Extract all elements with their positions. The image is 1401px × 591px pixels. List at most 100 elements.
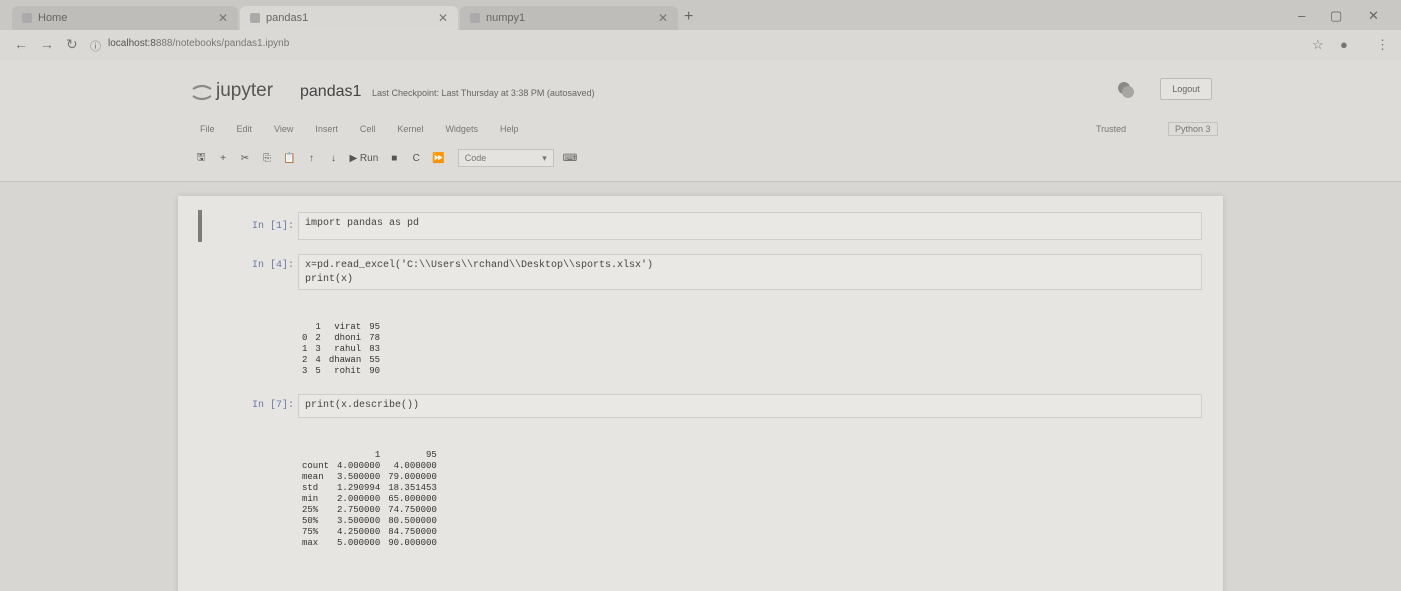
table-cell: std [302,483,319,493]
notebook-name[interactable]: pandas1 [300,83,361,101]
trusted-indicator[interactable]: Trusted [1096,124,1126,134]
move-up-icon[interactable]: ↑ [302,148,320,168]
table-row: min 2.000000 65.000000 [298,494,441,505]
table-cell: 90.000000 [388,538,437,548]
minimize-button[interactable]: – [1298,8,1305,23]
table-row: 0 2 dhoni 78 [298,333,384,344]
address-bar: ← → ↻ ⓘ localhost:8888/notebooks/pandas1… [0,30,1401,60]
info-icon[interactable]: ⓘ [90,38,101,54]
close-window-button[interactable]: ✕ [1368,8,1379,24]
reload-icon[interactable]: ↻ [66,36,78,53]
url-field[interactable]: localhost:8888/notebooks/pandas1.ipynb [108,38,289,49]
table-row: 1 3 rahul 83 [298,344,384,355]
browser-menu-icon[interactable]: ⋮ [1376,37,1389,53]
table-cell: 80.500000 [388,516,437,526]
output-table: 1 95 count 4.000000 4.000000 mean 3.5000… [298,450,441,549]
table-cell: 3.500000 [337,516,381,526]
header-cell: 1 [315,322,321,332]
table-cell: 75% [302,527,319,537]
checkpoint-status: Last Checkpoint: Last Thursday at 3:38 P… [372,88,595,98]
table-cell: 4.250000 [337,527,381,537]
table-cell: dhoni [334,333,362,343]
move-down-icon[interactable]: ↓ [324,148,342,168]
save-icon[interactable]: 🖫 [192,148,210,168]
tab-numpy1[interactable]: numpy1 ✕ [460,6,678,30]
table-row: mean 3.500000 79.000000 [298,472,441,483]
tab-label: pandas1 [266,12,309,24]
logout-button[interactable]: Logout [1160,78,1212,100]
maximize-button[interactable]: ▢ [1330,8,1342,24]
browser-tab-strip: Home ✕ pandas1 ✕ numpy1 ✕ + – ▢ ✕ [0,0,1401,30]
cell-type-value: Code [464,153,487,163]
table-cell: 5 [315,366,321,376]
table-row: std 1.290994 18.351453 [298,483,441,494]
table-cell: 0 [302,333,308,343]
output-table: 1 virat 95 0 2 dhoni 78 1 3 rahul 83 2 4… [298,322,384,377]
menu-widgets[interactable]: Widgets [445,124,478,134]
kernel-indicator[interactable]: Python 3 [1168,122,1218,136]
close-tab-icon[interactable]: ✕ [438,11,448,25]
table-cell: mean [302,472,324,482]
code-cell[interactable]: In [7]: print(x.describe()) 1 95 count 4… [198,394,1202,590]
profile-icon[interactable]: ● [1340,37,1348,52]
menu-cell[interactable]: Cell [360,124,376,134]
forward-arrow-icon[interactable]: → [40,36,54,52]
cell-input[interactable]: print(x.describe()) [298,394,1202,418]
copy-icon[interactable]: ⎘ [258,148,276,168]
cell-input[interactable]: import pandas as pd [298,212,1202,240]
cell-output: 1 virat 95 0 2 dhoni 78 1 3 rahul 83 2 4… [298,300,384,399]
cell-output: 1 95 count 4.000000 4.000000 mean 3.5000… [298,428,441,571]
keyboard-icon[interactable]: ⌨ [560,148,580,168]
insert-cell-icon[interactable]: + [214,148,232,168]
menu-file[interactable]: File [200,124,215,134]
table-cell: count [302,461,330,471]
code-cell[interactable]: In [4]: x=pd.read_excel('C:\\Users\\rcha… [198,254,1202,382]
url-host: localhost:8 [108,38,156,49]
back-arrow-icon[interactable]: ← [14,36,28,52]
restart-icon[interactable]: C [407,148,425,168]
menu-help[interactable]: Help [500,124,519,134]
table-cell: rohit [334,366,362,376]
cell-input[interactable]: x=pd.read_excel('C:\\Users\\rchand\\Desk… [298,254,1202,290]
jupyter-brand[interactable]: jupyter [216,80,273,102]
header-cell: 95 [369,322,381,332]
menu-insert[interactable]: Insert [315,124,338,134]
table-cell: rahul [334,344,362,354]
table-cell: 1.290994 [337,483,381,493]
fast-forward-icon[interactable]: ⏩ [429,148,447,168]
table-cell: min [302,494,319,504]
table-cell: 3 [302,366,308,376]
menu-kernel[interactable]: Kernel [397,124,423,134]
header-cell [298,322,311,333]
jupyter-header: jupyter pandas1 Last Checkpoint: Last Th… [0,60,1401,182]
menu-bar: File Edit View Insert Cell Kernel Widget… [200,124,540,134]
cut-icon[interactable]: ✂ [236,148,254,168]
tab-home[interactable]: Home ✕ [12,6,238,30]
menu-edit[interactable]: Edit [237,124,253,134]
table-row: 3 5 rohit 90 [298,366,384,377]
close-tab-icon[interactable]: ✕ [218,11,228,25]
page-icon [250,13,260,23]
table-header: 1 virat 95 [298,322,384,333]
code-cell[interactable]: In [1]: import pandas as pd [198,208,1202,244]
stop-icon[interactable]: ■ [385,148,403,168]
page-icon [470,13,480,23]
run-button[interactable]: ▶ Run [346,148,381,168]
menu-view[interactable]: View [274,124,293,134]
table-cell: 2 [315,333,321,343]
cell-type-select[interactable]: Code ▾ [457,149,554,167]
paste-icon[interactable]: 📋 [280,148,298,168]
table-row: count 4.000000 4.000000 [298,461,441,472]
close-tab-icon[interactable]: ✕ [658,11,668,25]
page-icon [22,13,32,23]
bookmark-star-icon[interactable]: ☆ [1312,37,1324,53]
table-row: 50% 3.500000 80.500000 [298,516,441,527]
table-cell: 3.500000 [337,472,381,482]
jupyter-logo-icon [192,84,212,101]
cell-prompt: In [7]: [251,400,294,411]
new-tab-button[interactable]: + [684,8,693,26]
table-cell: 78 [369,333,381,343]
tab-pandas1[interactable]: pandas1 ✕ [240,6,458,30]
table-cell: 4.000000 [393,461,437,471]
table-cell: 3 [315,344,321,354]
